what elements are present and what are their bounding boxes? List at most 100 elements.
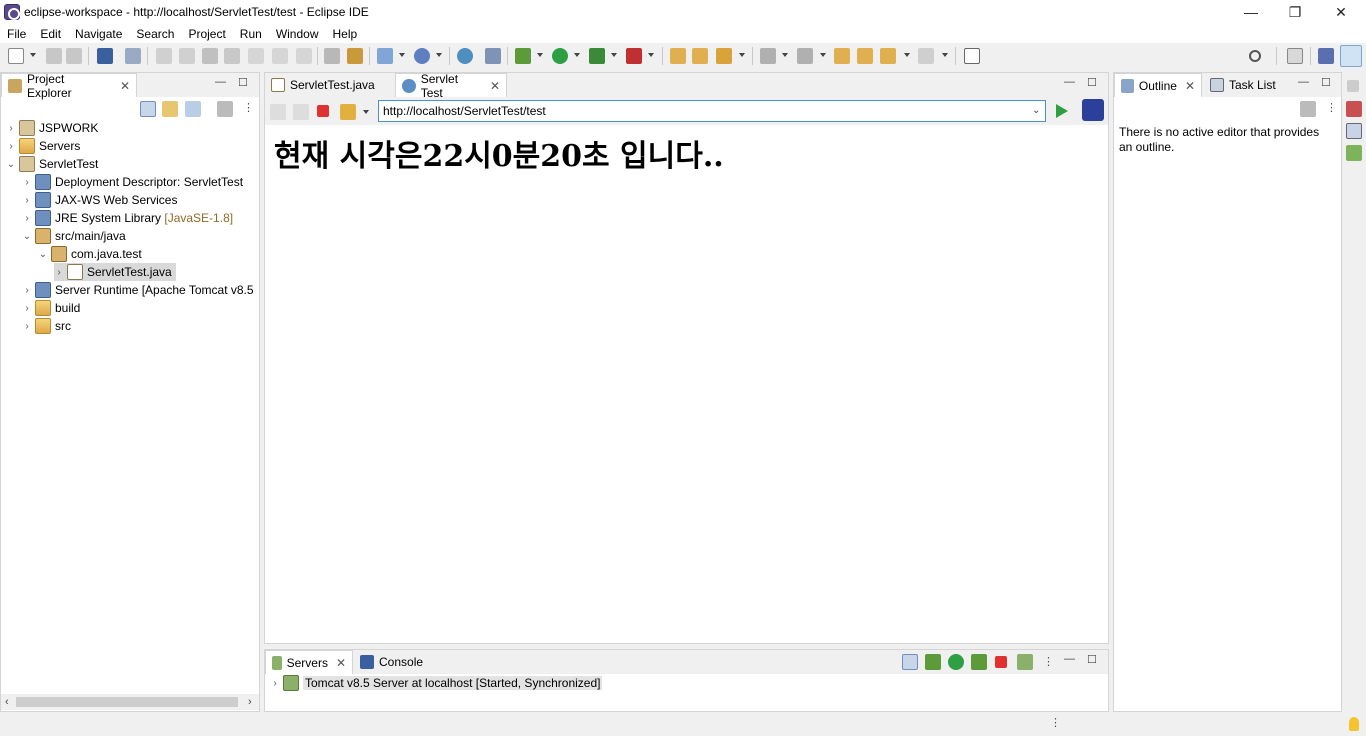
tree-item-servlettest-java[interactable]: › ServletTest.java — [54, 263, 176, 281]
use-step-filters-icon[interactable] — [324, 48, 340, 64]
chevron-down-icon[interactable] — [942, 53, 948, 57]
forward-icon[interactable] — [918, 48, 934, 64]
coverage-icon[interactable] — [589, 48, 605, 64]
tree-item-server-runtime[interactable]: › Server Runtime [Apache Tomcat v8.5 — [22, 281, 254, 299]
scrollbar-thumb[interactable] — [16, 697, 238, 707]
restore-view-icon[interactable] — [1347, 80, 1359, 92]
scroll-left-icon[interactable]: ‹ — [5, 696, 9, 708]
chevron-right-icon[interactable]: › — [6, 123, 16, 134]
disconnect-icon[interactable] — [224, 48, 240, 64]
step-into-icon[interactable] — [248, 48, 264, 64]
maximize-view-button[interactable]: ☐ — [238, 76, 248, 89]
debug-icon[interactable] — [515, 48, 531, 64]
url-dropdown-chevron-down-icon[interactable]: ⌄ — [1032, 105, 1040, 116]
open-perspective-icon[interactable] — [1287, 48, 1303, 64]
chevron-right-icon[interactable]: › — [22, 303, 32, 314]
new-icon[interactable] — [8, 48, 24, 64]
collapse-all-icon[interactable] — [902, 654, 918, 670]
close-icon[interactable]: ✕ — [120, 79, 130, 93]
view-menu-icon[interactable]: ⋮ — [1326, 101, 1337, 114]
chevron-right-icon[interactable]: › — [22, 321, 32, 332]
tab-task-list[interactable]: Task List — [1204, 73, 1288, 97]
chevron-right-icon[interactable]: › — [22, 195, 32, 206]
step-return-icon[interactable] — [296, 48, 312, 64]
terminate-icon[interactable] — [202, 48, 218, 64]
close-window-button[interactable]: ✕ — [1318, 0, 1364, 24]
open-task-icon[interactable] — [692, 48, 708, 64]
chevron-right-icon[interactable]: › — [270, 678, 280, 689]
step-over-icon[interactable] — [272, 48, 288, 64]
new-server-icon[interactable] — [377, 48, 393, 64]
back-icon[interactable] — [880, 48, 896, 64]
chevron-down-icon[interactable] — [537, 53, 543, 57]
tab-outline[interactable]: Outline ✕ — [1114, 73, 1202, 97]
focus-icon[interactable] — [217, 101, 233, 117]
debug-server-icon[interactable] — [925, 654, 941, 670]
chevron-right-icon[interactable]: › — [22, 177, 32, 188]
chevron-right-icon[interactable]: › — [22, 285, 32, 296]
chevron-down-icon[interactable]: ⌄ — [6, 159, 16, 170]
go-icon[interactable] — [1056, 104, 1068, 118]
maximize-servers-button[interactable]: ☐ — [1087, 653, 1097, 666]
browser-refresh-icon[interactable] — [340, 104, 356, 120]
chevron-down-icon[interactable] — [648, 53, 654, 57]
chevron-down-icon[interactable] — [611, 53, 617, 57]
tree-item-jspwork[interactable]: › JSPWORK — [6, 119, 98, 137]
collapse-all-icon[interactable] — [140, 101, 156, 117]
search-tool-icon[interactable] — [716, 48, 732, 64]
chevron-down-icon[interactable] — [820, 53, 826, 57]
new-web-project-icon[interactable] — [414, 48, 430, 64]
menu-project[interactable]: Project — [181, 27, 232, 41]
run-icon[interactable] — [552, 48, 568, 64]
maximize-editor-button[interactable]: ☐ — [1087, 76, 1097, 89]
publish-icon[interactable] — [1017, 654, 1033, 670]
tree-item-com-java-test[interactable]: ⌄ com.java.test — [38, 245, 142, 263]
profile-server-icon[interactable] — [971, 654, 987, 670]
chevron-down-icon[interactable] — [574, 53, 580, 57]
search-icon[interactable] — [1249, 50, 1261, 62]
open-folder-icon[interactable] — [670, 48, 686, 64]
browser-back-icon[interactable] — [270, 104, 286, 120]
view-menu-icon[interactable]: ⋮ — [243, 101, 254, 114]
menu-window[interactable]: Window — [269, 27, 326, 41]
tree-item-src-main-java[interactable]: ⌄ src/main/java — [22, 227, 126, 245]
chevron-right-icon[interactable]: › — [22, 213, 32, 224]
view-menu-icon[interactable]: ⋮ — [1043, 655, 1054, 668]
debug-perspective-icon[interactable] — [1340, 45, 1362, 67]
external-tools-icon[interactable] — [626, 48, 642, 64]
chevron-right-icon[interactable]: › — [6, 141, 16, 152]
close-icon[interactable]: ✕ — [336, 656, 346, 670]
browser-forward-icon[interactable] — [293, 104, 309, 120]
menu-run[interactable]: Run — [233, 27, 269, 41]
tree-item-jre-library[interactable]: › JRE System Library [JavaSE-1.8] — [22, 209, 233, 227]
menu-edit[interactable]: Edit — [33, 27, 68, 41]
open-type-icon[interactable] — [347, 48, 363, 64]
tab-project-explorer[interactable]: Project Explorer ✕ — [1, 72, 137, 100]
chevron-down-icon[interactable]: ⌄ — [22, 231, 32, 242]
lightbulb-icon[interactable] — [1349, 717, 1359, 731]
chevron-down-icon[interactable]: ⌄ — [38, 249, 48, 260]
menu-help[interactable]: Help — [326, 27, 365, 41]
java-ee-perspective-icon[interactable] — [1318, 48, 1334, 64]
chevron-down-icon[interactable] — [739, 53, 745, 57]
skip-breakpoints-icon[interactable] — [125, 48, 141, 64]
focus-icon[interactable] — [1300, 101, 1316, 117]
maximize-outline-button[interactable]: ☐ — [1321, 76, 1331, 89]
chevron-down-icon[interactable] — [904, 53, 910, 57]
menu-navigate[interactable]: Navigate — [68, 27, 129, 41]
tree-item-deployment-descriptor[interactable]: › Deployment Descriptor: ServletTest — [22, 173, 243, 191]
scroll-right-icon[interactable]: › — [248, 696, 252, 708]
suspend-icon[interactable] — [179, 48, 195, 64]
url-input[interactable]: http://localhost/ServletTest/test — [378, 100, 1046, 122]
stop-server-icon[interactable] — [995, 656, 1007, 668]
minimize-servers-button[interactable]: — — [1064, 653, 1075, 665]
close-icon[interactable]: ✕ — [490, 79, 500, 93]
start-server-icon[interactable] — [948, 654, 964, 670]
chevron-down-icon[interactable] — [30, 53, 36, 57]
save-all-icon[interactable] — [66, 48, 82, 64]
minimize-editor-button[interactable]: — — [1064, 76, 1075, 88]
web-services-icon[interactable] — [485, 48, 501, 64]
server-row[interactable]: › Tomcat v8.5 Server at localhost [Start… — [270, 674, 603, 692]
chevron-down-icon[interactable] — [436, 53, 442, 57]
tab-console[interactable]: Console — [354, 650, 434, 674]
